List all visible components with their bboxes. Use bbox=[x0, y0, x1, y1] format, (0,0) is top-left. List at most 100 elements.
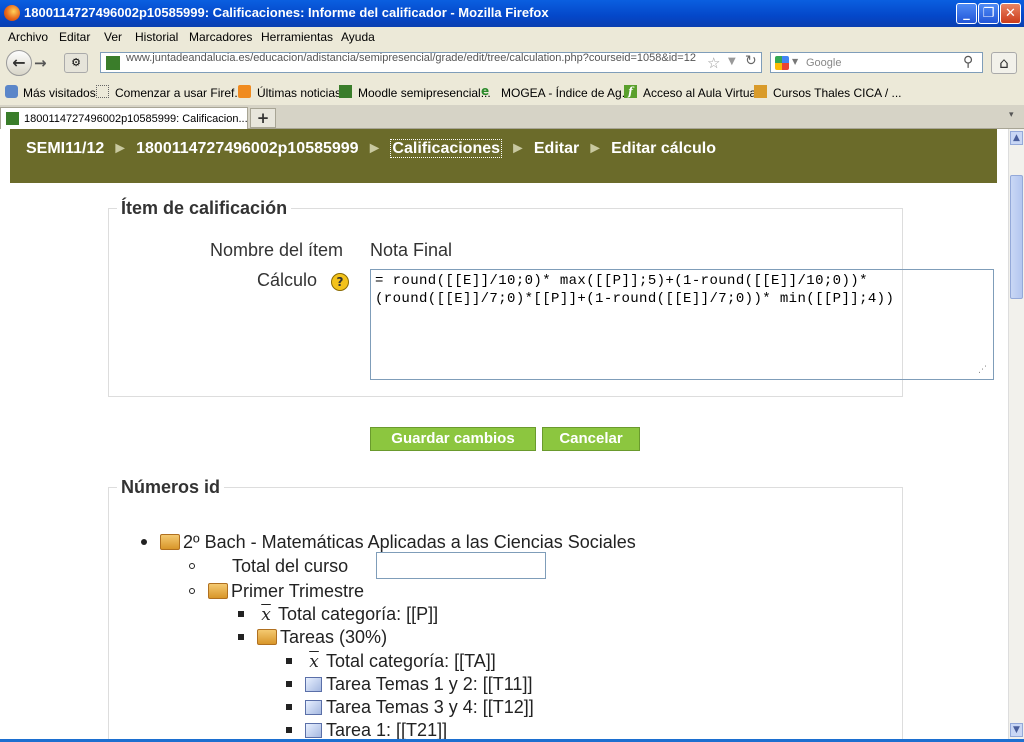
cancel-button[interactable]: Cancelar bbox=[542, 427, 640, 451]
bookmark-moodle[interactable]: Moodle semipresencial... bbox=[358, 86, 491, 100]
menu-ayuda[interactable]: Ayuda bbox=[341, 30, 375, 44]
tab-favicon-icon bbox=[6, 112, 19, 125]
calculation-textarea[interactable]: = round([[E]]/10;0)* max([[P]];5)+(1-rou… bbox=[370, 269, 994, 380]
breadcrumb-course-id[interactable]: 1800114727496002p10585999 bbox=[136, 140, 358, 157]
bullet-icon bbox=[238, 611, 244, 617]
bullet-icon bbox=[286, 727, 292, 733]
bookmark-aula-virtual[interactable]: Acceso al Aula Virtual bbox=[643, 86, 759, 100]
bookmark-star-icon[interactable]: ☆ bbox=[707, 54, 720, 72]
bookmark-mogea[interactable]: MOGEA - Índice de Ag... bbox=[501, 86, 632, 100]
forward-button[interactable]: → bbox=[34, 54, 47, 72]
bullet-icon bbox=[286, 658, 292, 664]
thales-icon bbox=[754, 85, 767, 98]
bookmark-ultimas-noticias[interactable]: Últimas noticias bbox=[257, 86, 341, 100]
window-title-bar: 1800114727496002p10585999: Calificacione… bbox=[0, 0, 1024, 27]
breadcrumb-separator-icon: ► bbox=[510, 140, 526, 157]
search-engine-dropdown-icon[interactable]: ▼ bbox=[792, 57, 798, 66]
url-text: www.juntadeandalucia.es/educacion/adista… bbox=[126, 52, 696, 64]
tree-course-total: Total del curso bbox=[189, 556, 348, 577]
tree-tarea-1: Tarea 1: [[T21]] bbox=[286, 720, 447, 741]
scrollbar-thumb[interactable] bbox=[1010, 175, 1023, 299]
menu-herramientas[interactable]: Herramientas bbox=[261, 30, 333, 44]
folder-icon bbox=[257, 629, 278, 645]
bullet-icon bbox=[238, 634, 244, 640]
resize-handle-icon[interactable]: ⋰ bbox=[978, 365, 987, 375]
menu-bar: Archivo Editar Ver Historial Marcadores … bbox=[0, 27, 1024, 48]
item-name-label: Nombre del ítem bbox=[210, 240, 344, 260]
url-bar[interactable]: www.juntadeandalucia.es/educacion/adista… bbox=[100, 52, 762, 73]
assignment-icon bbox=[305, 723, 323, 738]
new-tab-button[interactable]: + bbox=[250, 108, 276, 128]
mogea-icon: e bbox=[481, 84, 490, 98]
close-window-button[interactable]: ✕ bbox=[1000, 3, 1021, 24]
bookmark-cursos-thales[interactable]: Cursos Thales CICA / ... bbox=[773, 86, 902, 100]
save-changes-button[interactable]: Guardar cambios bbox=[370, 427, 536, 451]
bullet-icon bbox=[286, 681, 292, 687]
minimize-button[interactable]: _ bbox=[956, 3, 977, 24]
course-total-id-input[interactable] bbox=[376, 552, 546, 579]
history-icon[interactable]: ⚙ bbox=[64, 53, 88, 73]
bullet-icon bbox=[141, 539, 147, 545]
assignment-icon bbox=[305, 677, 323, 692]
tab-list-icon[interactable]: ▾ bbox=[1009, 110, 1014, 120]
rss-feed-icon bbox=[238, 85, 251, 98]
window-title: 1800114727496002p10585999: Calificacione… bbox=[24, 5, 549, 20]
help-icon[interactable]: ? bbox=[331, 273, 349, 291]
menu-archivo[interactable]: Archivo bbox=[8, 30, 48, 44]
tareas-total-label: Total categoría: [[TA]] bbox=[326, 651, 496, 671]
tree-course-item: 2º Bach - Matemáticas Aplicadas a las Ci… bbox=[141, 532, 636, 553]
tree-tarea-1-2: Tarea Temas 1 y 2: [[T11]] bbox=[286, 674, 532, 695]
scroll-up-icon[interactable]: ▲ bbox=[1010, 131, 1023, 145]
assignment-icon bbox=[305, 700, 323, 715]
tarea-1-2-label: Tarea Temas 1 y 2: [[T11]] bbox=[326, 674, 533, 694]
menu-marcadores[interactable]: Marcadores bbox=[189, 30, 252, 44]
tareas-category-name: Tareas (30%) bbox=[280, 627, 388, 647]
scroll-down-icon[interactable]: ▼ bbox=[1010, 723, 1023, 737]
bookmark-mas-visitados[interactable]: Más visitados bbox=[23, 86, 96, 100]
reload-icon[interactable]: ↻ bbox=[745, 53, 757, 69]
menu-editar[interactable]: Editar bbox=[59, 30, 90, 44]
breadcrumb-separator-icon: ► bbox=[366, 140, 383, 157]
google-icon bbox=[775, 56, 789, 70]
category-total-label: Total categoría: [[P]] bbox=[278, 604, 439, 624]
breadcrumb-editar[interactable]: Editar bbox=[534, 140, 579, 157]
category-total-icon: x bbox=[261, 605, 271, 625]
tarea-3-4-label: Tarea Temas 3 y 4: [[T12]] bbox=[326, 697, 534, 717]
breadcrumb-editar-calculo: Editar cálculo bbox=[611, 140, 716, 157]
category-total-icon: x bbox=[309, 652, 319, 672]
breadcrumb-course-short[interactable]: SEMI11/12 bbox=[26, 140, 104, 157]
breadcrumb-calificaciones[interactable]: Calificaciones bbox=[390, 139, 503, 158]
vertical-scrollbar[interactable]: ▲ ▼ bbox=[1008, 129, 1024, 739]
bullet-icon bbox=[286, 704, 292, 710]
back-button[interactable]: ← bbox=[6, 50, 32, 76]
url-dropdown-icon[interactable]: ▼ bbox=[728, 56, 736, 67]
maximize-button[interactable]: ❐ bbox=[978, 3, 999, 24]
site-favicon-icon bbox=[106, 56, 120, 70]
search-magnifier-icon[interactable]: ⚲ bbox=[963, 54, 973, 70]
getting-started-icon bbox=[96, 85, 109, 98]
tab-calificaciones[interactable]: 1800114727496002p10585999: Calificacion.… bbox=[0, 107, 248, 129]
search-placeholder: Google bbox=[806, 57, 842, 69]
bookmark-comenzar[interactable]: Comenzar a usar Firef... bbox=[115, 86, 244, 100]
tree-trimester: Primer Trimestre bbox=[189, 581, 364, 602]
calculation-label: Cálculo bbox=[257, 270, 318, 290]
folder-icon bbox=[208, 583, 229, 599]
breadcrumb: SEMI11/12 ► 1800114727496002p10585999 ► Cali… bbox=[26, 139, 716, 158]
breadcrumb-separator-icon: ► bbox=[587, 140, 604, 157]
id-numbers-legend: Números id bbox=[121, 477, 221, 497]
bullet-icon bbox=[189, 588, 195, 594]
page-content: SEMI11/12 ► 1800114727496002p10585999 ► Cali… bbox=[0, 129, 1008, 742]
course-total-label: Total del curso bbox=[232, 556, 349, 576]
bookmarks-bar: Más visitados Comenzar a usar Firef... Ú… bbox=[0, 79, 1024, 105]
menu-historial[interactable]: Historial bbox=[135, 30, 178, 44]
firefox-logo-icon bbox=[4, 5, 20, 21]
menu-ver[interactable]: Ver bbox=[104, 30, 122, 44]
home-button[interactable]: ⌂ bbox=[991, 52, 1017, 74]
aula-virtual-icon: f bbox=[624, 85, 637, 98]
tree-tareas-total: x Total categoría: [[TA]] bbox=[286, 651, 496, 672]
search-input[interactable]: ▼ Google ⚲ bbox=[770, 52, 983, 73]
tree-tarea-3-4: Tarea Temas 3 y 4: [[T12]] bbox=[286, 697, 534, 718]
tree-tareas: Tareas (30%) bbox=[238, 627, 387, 648]
trimester-name: Primer Trimestre bbox=[231, 581, 365, 601]
moodle-favicon-icon bbox=[339, 85, 352, 98]
